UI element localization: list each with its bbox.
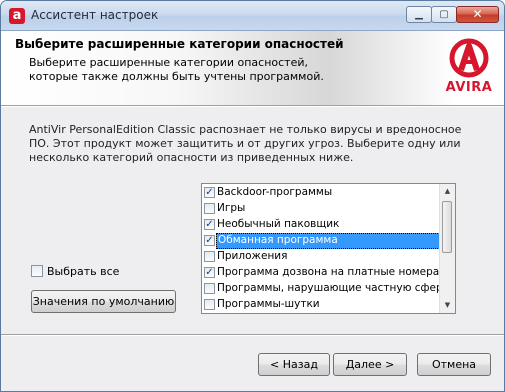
category-label: Обманная программа bbox=[216, 233, 455, 249]
category-item[interactable]: Программы-шутки bbox=[203, 297, 442, 313]
category-label: Backdoor-программы bbox=[217, 186, 333, 198]
category-item[interactable]: Программы, нарушающие частную сферу bbox=[203, 281, 449, 297]
category-label: Необычный паковщик bbox=[217, 218, 340, 230]
list-scrollbar[interactable]: ▲ ▼ bbox=[439, 184, 455, 313]
category-item[interactable]: ✓ Программа дозвона на платные номера bbox=[203, 265, 442, 281]
footer-divider bbox=[1, 334, 504, 336]
category-checkbox[interactable]: ✓ bbox=[204, 187, 215, 198]
window-title: Ассистент настроек bbox=[31, 8, 159, 22]
category-checkbox[interactable]: ✓ bbox=[204, 235, 215, 246]
category-checkbox[interactable]: ✓ bbox=[204, 267, 215, 278]
logo-text: AVIRA bbox=[445, 80, 493, 95]
category-label: Программы-шутки bbox=[217, 298, 320, 310]
maximize-button[interactable]: ▢ bbox=[431, 6, 457, 23]
header-title: Выберите расширенные категории опасносте… bbox=[15, 37, 344, 51]
description-text: AntiVir PersonalEdition Classic распозна… bbox=[29, 123, 462, 164]
minimize-button[interactable]: ▁ bbox=[406, 6, 432, 23]
category-item-selected[interactable]: ✓ Обманная программа bbox=[203, 233, 455, 249]
defaults-button[interactable]: Значения по умолчанию bbox=[31, 290, 176, 313]
category-label: Программы, нарушающие частную сферу bbox=[217, 282, 449, 294]
avira-logo: AVIRA bbox=[439, 36, 499, 100]
avira-umbrella-logo-icon bbox=[449, 38, 489, 78]
title-bar[interactable]: a Ассистент настроек ▁ ▢ ✕ bbox=[1, 1, 504, 31]
wizard-header: Выберите расширенные категории опасносте… bbox=[1, 31, 504, 105]
select-all-box[interactable] bbox=[31, 265, 43, 277]
scroll-down-icon[interactable]: ▼ bbox=[441, 298, 454, 313]
select-all-label: Выбрать все bbox=[47, 265, 120, 278]
category-checkbox[interactable] bbox=[204, 299, 215, 310]
category-item[interactable]: ✓ Backdoor-программы bbox=[203, 185, 442, 201]
avira-umbrella-icon: a bbox=[9, 8, 25, 24]
scroll-thumb[interactable] bbox=[442, 201, 452, 253]
category-checkbox[interactable] bbox=[204, 283, 215, 294]
category-checkbox[interactable] bbox=[204, 251, 215, 262]
category-item[interactable]: Игры bbox=[203, 201, 442, 217]
category-label: Программа дозвона на платные номера bbox=[217, 266, 440, 278]
wizard-window: a Ассистент настроек ▁ ▢ ✕ Выберите расш… bbox=[0, 0, 505, 392]
category-item[interactable]: ✓ Необычный паковщик bbox=[203, 217, 442, 233]
category-checkbox[interactable]: ✓ bbox=[204, 219, 215, 230]
header-divider bbox=[1, 105, 504, 107]
category-item[interactable]: Приложения bbox=[203, 249, 442, 265]
category-label: Приложения bbox=[217, 250, 288, 262]
minimize-icon: ▁ bbox=[415, 9, 423, 20]
next-button[interactable]: Далее > bbox=[333, 353, 407, 376]
close-icon: ✕ bbox=[472, 7, 483, 21]
category-checkbox[interactable] bbox=[204, 203, 215, 214]
categories-list[interactable]: ✓ Backdoor-программы Игры ✓ Необычный па… bbox=[201, 183, 456, 314]
back-button[interactable]: < Назад bbox=[258, 353, 330, 376]
close-button[interactable]: ✕ bbox=[456, 6, 499, 23]
header-subtitle: Выберите расширенные категории опасносте… bbox=[29, 56, 324, 83]
maximize-icon: ▢ bbox=[439, 9, 449, 20]
scroll-up-icon[interactable]: ▲ bbox=[441, 184, 454, 199]
category-label: Игры bbox=[217, 202, 246, 214]
cancel-button[interactable]: Отмена bbox=[417, 353, 491, 376]
